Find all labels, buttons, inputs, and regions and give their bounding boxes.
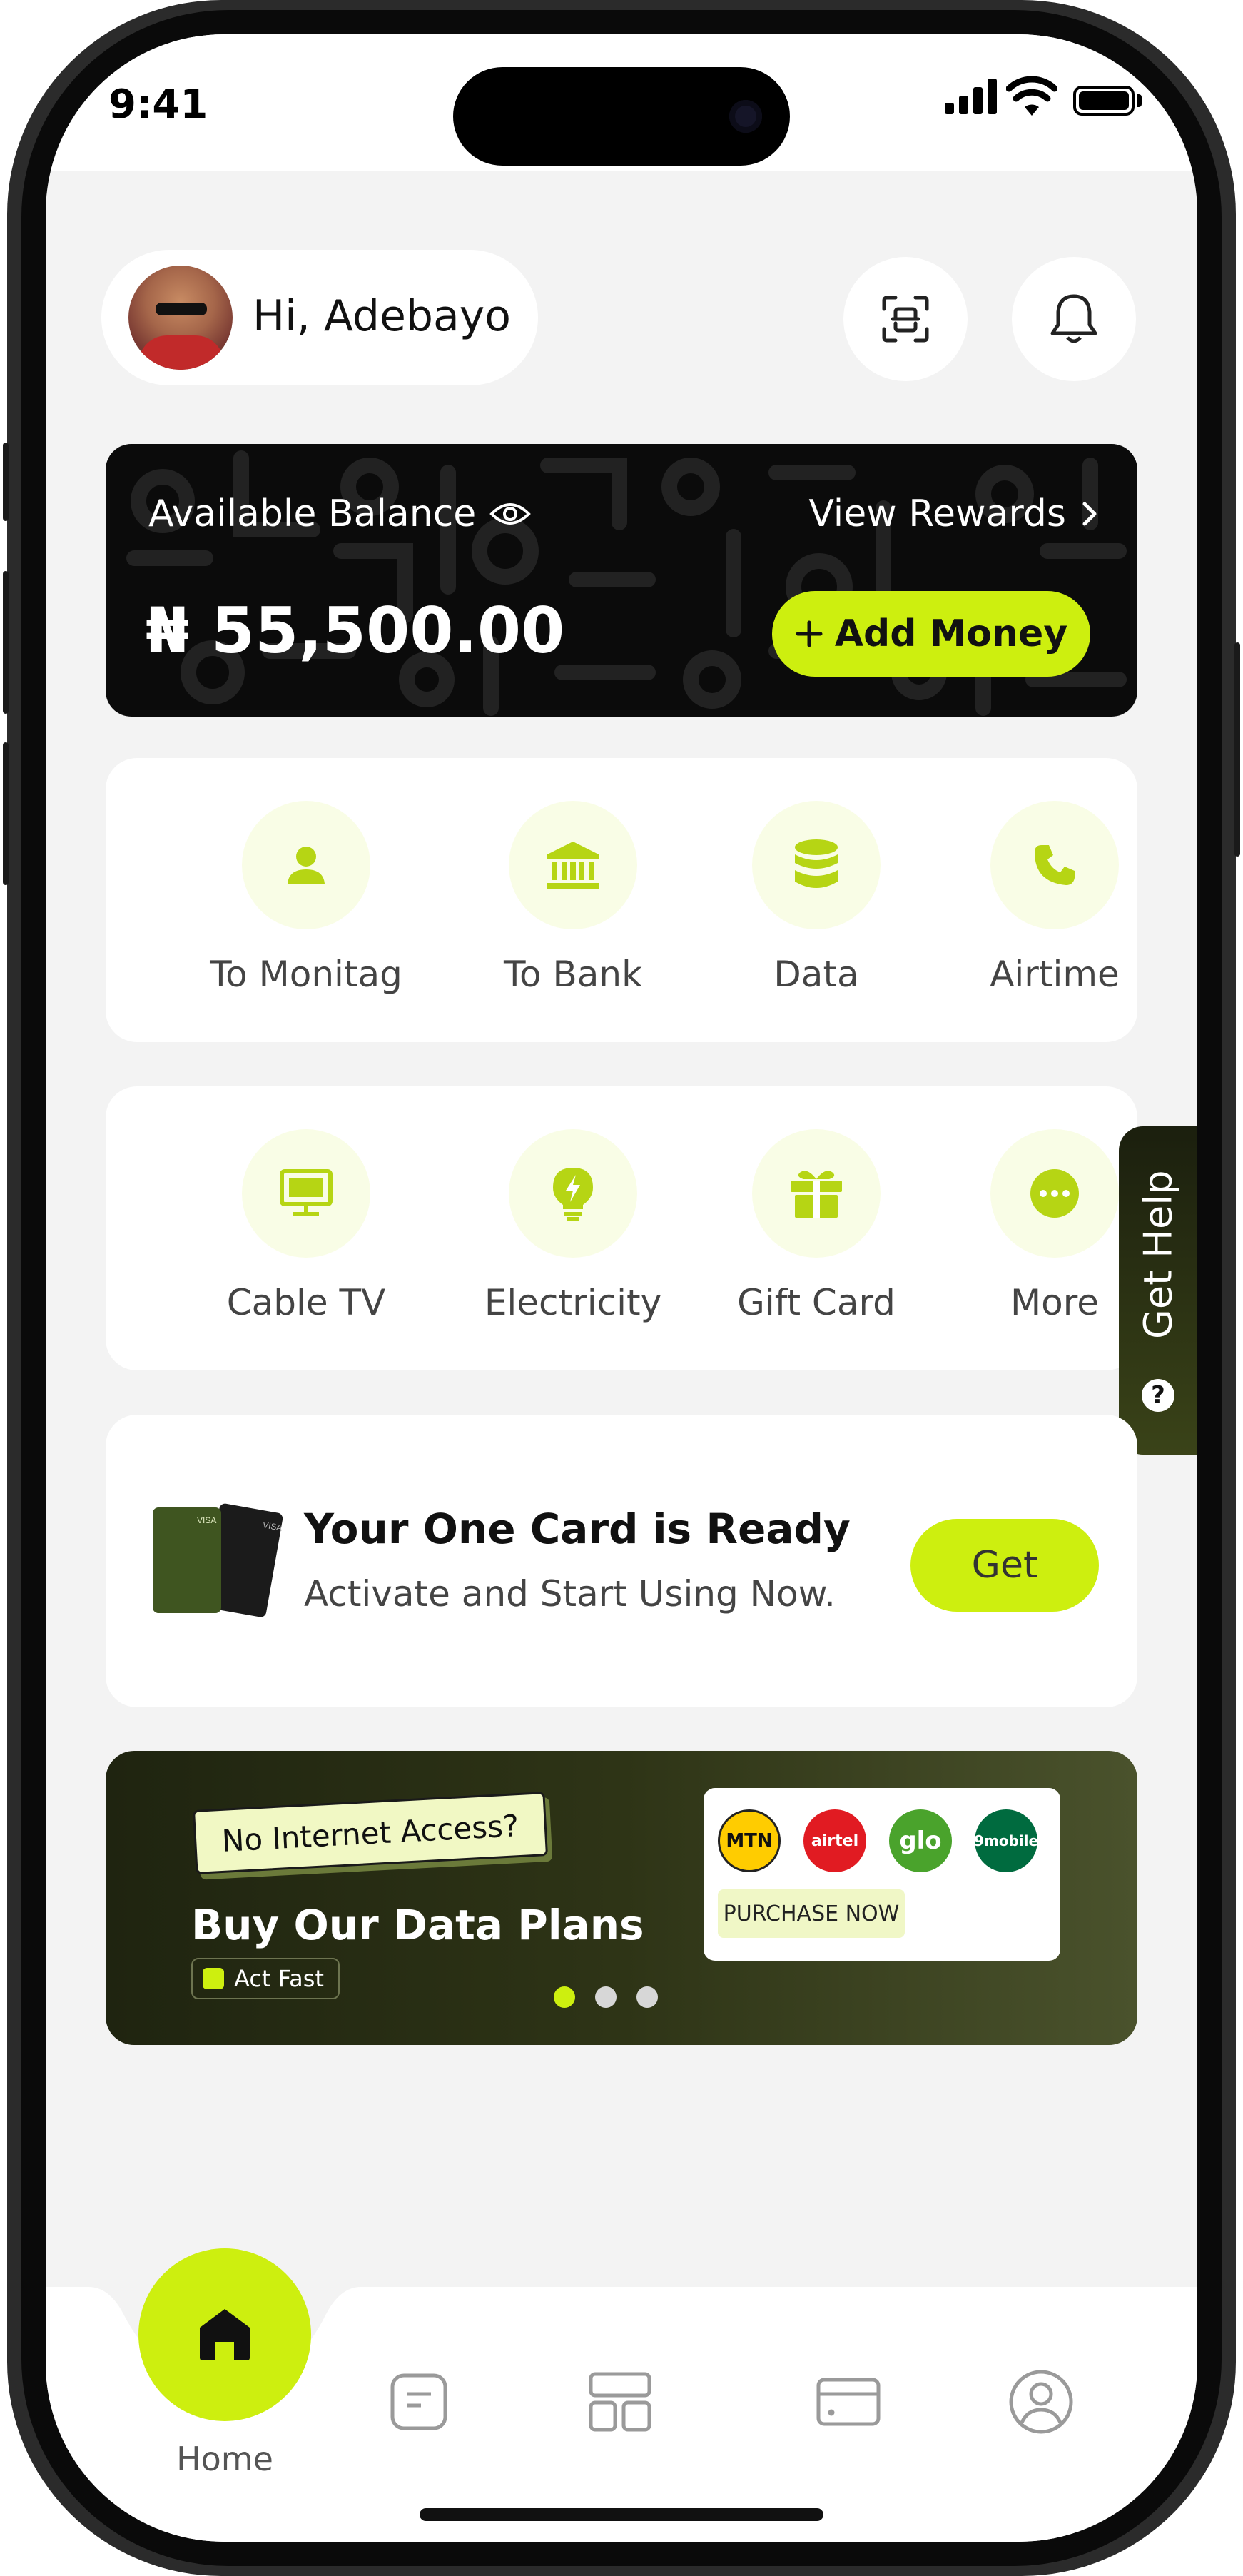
dashboard-icon — [589, 2372, 651, 2432]
screen: 9:41 Hi, Adebayo Available Balance ₦ 55,… — [46, 34, 1197, 2542]
service-icon-bg — [990, 801, 1119, 929]
carousel-dots — [554, 1986, 658, 2008]
card-icon — [816, 2378, 881, 2426]
service-electricity[interactable]: Electricity — [459, 1129, 687, 1323]
network-logo-mtn: MTN — [718, 1809, 781, 1872]
service-to-bank[interactable]: To Bank — [459, 801, 687, 995]
signal-icon — [945, 79, 997, 114]
greeting-text: Hi, Adebayo — [253, 291, 511, 341]
notification-button[interactable] — [1012, 257, 1136, 381]
profile-greeting[interactable]: Hi, Adebayo — [101, 250, 538, 385]
volume-down-button — [3, 742, 9, 885]
service-label: To Monitag — [210, 954, 402, 995]
service-to-monitag[interactable]: To Monitag — [192, 801, 420, 995]
service-icon-bg — [752, 1129, 881, 1258]
status-bar: 9:41 — [46, 34, 1197, 171]
database-icon — [795, 839, 838, 888]
phone-icon — [1035, 845, 1075, 885]
service-cable-tv[interactable]: Cable TV — [192, 1129, 420, 1323]
rewards-label: View Rewards — [808, 493, 1066, 535]
service-gift-card[interactable]: Gift Card — [702, 1129, 930, 1323]
avatar[interactable] — [128, 266, 233, 370]
service-label: Data — [773, 954, 859, 995]
promo-pill: Act Fast — [191, 1958, 340, 1999]
promo-pill-label: Act Fast — [234, 1965, 324, 1992]
carousel-dot[interactable] — [636, 1986, 658, 2008]
balance-label-row: Available Balance — [148, 493, 532, 535]
purchase-now-button[interactable]: PURCHASE NOW — [718, 1889, 905, 1938]
volume-up-button — [3, 571, 9, 714]
balance-amount: ₦ 55,500.00 — [146, 594, 565, 667]
services-card-1: To Monitag To Bank Data Airtime — [106, 758, 1137, 1042]
mute-switch — [3, 443, 9, 521]
home-icon — [200, 2309, 250, 2360]
promo-tag: No Internet Access? — [192, 1792, 549, 1874]
service-label: To Bank — [503, 954, 643, 995]
tv-icon — [280, 1169, 333, 1216]
one-card-banner[interactable]: VISA VISA Your One Card is Ready Activat… — [106, 1415, 1137, 1707]
tab-profile[interactable] — [1002, 2363, 1080, 2441]
service-icon-bg — [752, 801, 881, 929]
tab-home-label: Home — [176, 2440, 273, 2478]
user-icon — [288, 847, 325, 884]
carousel-dot-active[interactable] — [554, 1986, 575, 2008]
question-icon: ? — [1142, 1379, 1174, 1412]
profile-icon — [1009, 2370, 1073, 2434]
more-icon — [1030, 1169, 1079, 1218]
status-time: 9:41 — [108, 81, 208, 128]
service-label: Gift Card — [737, 1282, 896, 1323]
get-help-label: Get Help — [1135, 1170, 1181, 1340]
tab-transactions[interactable] — [380, 2363, 458, 2441]
one-card-title: Your One Card is Ready — [304, 1505, 851, 1553]
camera — [729, 100, 762, 133]
network-logos-box: MTN airtel glo 9mobile PURCHASE NOW — [704, 1788, 1060, 1961]
home-indicator — [420, 2508, 823, 2521]
svg-text:VISA: VISA — [197, 1515, 216, 1525]
carousel-dot[interactable] — [595, 1986, 617, 2008]
document-icon — [390, 2373, 447, 2430]
service-label: Airtime — [990, 954, 1120, 995]
bell-icon — [1050, 294, 1097, 343]
lightning-icon — [203, 1968, 224, 1989]
view-rewards-link[interactable]: View Rewards — [808, 493, 1097, 535]
service-airtime[interactable]: Airtime — [940, 801, 1169, 995]
service-icon-bg — [990, 1129, 1119, 1258]
network-logo-glo: glo — [889, 1809, 952, 1872]
service-icon-bg — [509, 801, 637, 929]
plus-icon — [796, 620, 823, 647]
add-money-label: Add Money — [834, 612, 1068, 655]
get-help-tab[interactable]: Get Help ? — [1119, 1126, 1197, 1455]
bank-icon — [547, 842, 599, 889]
service-icon-bg — [509, 1129, 637, 1258]
one-card-subtitle: Activate and Start Using Now. — [304, 1573, 836, 1615]
scan-button[interactable] — [843, 257, 968, 381]
battery-cap — [1137, 94, 1142, 107]
chevron-right-icon — [1082, 502, 1097, 526]
scan-icon — [882, 296, 929, 343]
cards-illustration: VISA VISA — [153, 1503, 283, 1617]
service-icon-bg — [242, 801, 370, 929]
balance-label: Available Balance — [148, 493, 477, 535]
promo-title: Buy Our Data Plans — [191, 1901, 644, 1949]
get-card-button[interactable]: Get — [910, 1519, 1099, 1612]
service-data[interactable]: Data — [702, 801, 930, 995]
service-label: Cable TV — [226, 1282, 386, 1323]
network-logo-9mobile: 9mobile — [974, 1809, 1038, 1872]
service-icon-bg — [242, 1129, 370, 1258]
tab-cards[interactable] — [809, 2363, 888, 2441]
tab-home[interactable] — [138, 2248, 311, 2421]
battery-icon — [1073, 86, 1135, 116]
services-card-2: Cable TV Electricity Gift Card More — [106, 1086, 1137, 1370]
gift-icon — [791, 1171, 842, 1218]
service-label: Electricity — [484, 1282, 662, 1323]
balance-card: Available Balance ₦ 55,500.00 View Rewar… — [106, 444, 1137, 717]
wifi-icon — [1006, 76, 1057, 116]
bulb-icon — [553, 1168, 593, 1221]
tab-dashboard[interactable] — [581, 2363, 659, 2441]
data-plans-promo[interactable]: No Internet Access? Buy Our Data Plans A… — [106, 1751, 1137, 2045]
network-logo-airtel: airtel — [803, 1809, 866, 1872]
eye-icon[interactable] — [489, 500, 532, 528]
power-button — [1234, 642, 1240, 857]
add-money-button[interactable]: Add Money — [772, 591, 1090, 677]
